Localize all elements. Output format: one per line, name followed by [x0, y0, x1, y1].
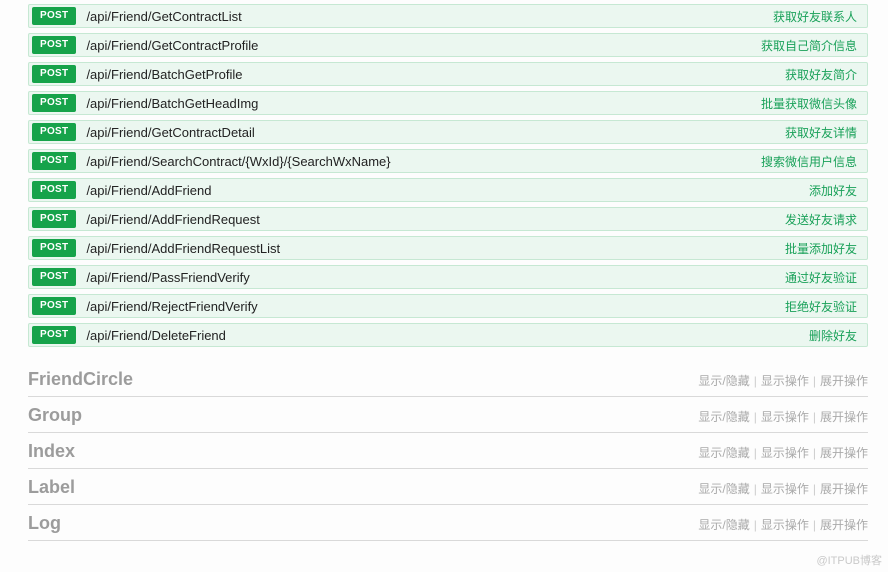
method-badge: POST [32, 268, 76, 286]
action-expand[interactable]: 展开操作 [820, 446, 868, 460]
endpoint-path: /api/Friend/GetContractDetail [76, 125, 785, 140]
action-expand[interactable]: 展开操作 [820, 482, 868, 496]
endpoint-row[interactable]: POST/api/Friend/AddFriendRequest发送好友请求 [28, 207, 868, 231]
endpoint-desc: 获取好友简介 [785, 66, 867, 83]
section-title[interactable]: Group [28, 405, 698, 426]
separator: | [813, 446, 816, 460]
endpoint-desc: 获取自己简介信息 [761, 37, 867, 54]
separator: | [754, 482, 757, 496]
method-badge: POST [32, 239, 76, 257]
endpoint-row[interactable]: POST/api/Friend/PassFriendVerify通过好友验证 [28, 265, 868, 289]
endpoint-desc: 拒绝好友验证 [785, 298, 867, 315]
endpoint-desc: 搜索微信用户信息 [761, 153, 867, 170]
endpoint-row[interactable]: POST/api/Friend/RejectFriendVerify拒绝好友验证 [28, 294, 868, 318]
action-toggle[interactable]: 显示/隐藏 [698, 482, 749, 496]
method-badge: POST [32, 123, 76, 141]
section-title[interactable]: Log [28, 513, 698, 534]
endpoint-path: /api/Friend/BatchGetHeadImg [76, 96, 761, 111]
endpoint-path: /api/Friend/PassFriendVerify [76, 270, 785, 285]
endpoint-path: /api/Friend/SearchContract/{WxId}/{Searc… [76, 154, 761, 169]
endpoint-row[interactable]: POST/api/Friend/DeleteFriend删除好友 [28, 323, 868, 347]
action-expand[interactable]: 展开操作 [820, 374, 868, 388]
endpoint-path: /api/Friend/AddFriendRequest [76, 212, 785, 227]
section-actions: 显示/隐藏 | 显示操作 | 展开操作 [698, 408, 868, 425]
method-badge: POST [32, 326, 76, 344]
endpoint-path: /api/Friend/GetContractList [76, 9, 773, 24]
endpoint-row[interactable]: POST/api/Friend/AddFriend添加好友 [28, 178, 868, 202]
method-badge: POST [32, 152, 76, 170]
endpoint-row[interactable]: POST/api/Friend/GetContractProfile获取自己简介… [28, 33, 868, 57]
action-expand[interactable]: 展开操作 [820, 410, 868, 424]
endpoint-path: /api/Friend/DeleteFriend [76, 328, 809, 343]
watermark: @ITPUB博客 [816, 552, 882, 568]
separator: | [813, 410, 816, 424]
endpoint-path: /api/Friend/GetContractProfile [76, 38, 761, 53]
endpoint-desc: 删除好友 [809, 327, 867, 344]
method-badge: POST [32, 210, 76, 228]
section-title[interactable]: Index [28, 441, 698, 462]
action-toggle[interactable]: 显示/隐藏 [698, 410, 749, 424]
endpoint-desc: 获取好友联系人 [773, 8, 867, 25]
endpoint-row[interactable]: POST/api/Friend/SearchContract/{WxId}/{S… [28, 149, 868, 173]
section-title[interactable]: Label [28, 477, 698, 498]
endpoint-path: /api/Friend/RejectFriendVerify [76, 299, 785, 314]
separator: | [813, 482, 816, 496]
action-toggle[interactable]: 显示/隐藏 [698, 374, 749, 388]
action-list-ops[interactable]: 显示操作 [761, 410, 809, 424]
endpoint-row[interactable]: POST/api/Friend/AddFriendRequestList批量添加… [28, 236, 868, 260]
section-actions: 显示/隐藏 | 显示操作 | 展开操作 [698, 516, 868, 533]
section-actions: 显示/隐藏 | 显示操作 | 展开操作 [698, 444, 868, 461]
endpoint-desc: 添加好友 [809, 182, 867, 199]
section-row: Label显示/隐藏 | 显示操作 | 展开操作 [28, 469, 868, 505]
section-actions: 显示/隐藏 | 显示操作 | 展开操作 [698, 480, 868, 497]
endpoint-desc: 批量获取微信头像 [761, 95, 867, 112]
endpoint-row[interactable]: POST/api/Friend/BatchGetProfile获取好友简介 [28, 62, 868, 86]
endpoint-row[interactable]: POST/api/Friend/GetContractList获取好友联系人 [28, 4, 868, 28]
endpoint-path: /api/Friend/AddFriend [76, 183, 809, 198]
action-list-ops[interactable]: 显示操作 [761, 446, 809, 460]
endpoint-desc: 通过好友验证 [785, 269, 867, 286]
section-actions: 显示/隐藏 | 显示操作 | 展开操作 [698, 372, 868, 389]
endpoint-desc: 获取好友详情 [785, 124, 867, 141]
section-row: Log显示/隐藏 | 显示操作 | 展开操作 [28, 505, 868, 541]
endpoint-row[interactable]: POST/api/Friend/BatchGetHeadImg批量获取微信头像 [28, 91, 868, 115]
method-badge: POST [32, 297, 76, 315]
section-row: Index显示/隐藏 | 显示操作 | 展开操作 [28, 433, 868, 469]
endpoint-path: /api/Friend/BatchGetProfile [76, 67, 785, 82]
section-row: Group显示/隐藏 | 显示操作 | 展开操作 [28, 397, 868, 433]
endpoint-desc: 批量添加好友 [785, 240, 867, 257]
separator: | [754, 374, 757, 388]
method-badge: POST [32, 181, 76, 199]
separator: | [754, 518, 757, 532]
endpoint-desc: 发送好友请求 [785, 211, 867, 228]
separator: | [754, 410, 757, 424]
section-row: FriendCircle显示/隐藏 | 显示操作 | 展开操作 [28, 361, 868, 397]
method-badge: POST [32, 94, 76, 112]
action-expand[interactable]: 展开操作 [820, 518, 868, 532]
separator: | [754, 446, 757, 460]
method-badge: POST [32, 36, 76, 54]
endpoint-row[interactable]: POST/api/Friend/GetContractDetail获取好友详情 [28, 120, 868, 144]
action-list-ops[interactable]: 显示操作 [761, 518, 809, 532]
action-list-ops[interactable]: 显示操作 [761, 374, 809, 388]
action-toggle[interactable]: 显示/隐藏 [698, 518, 749, 532]
section-title[interactable]: FriendCircle [28, 369, 698, 390]
action-toggle[interactable]: 显示/隐藏 [698, 446, 749, 460]
method-badge: POST [32, 7, 76, 25]
separator: | [813, 374, 816, 388]
method-badge: POST [32, 65, 76, 83]
action-list-ops[interactable]: 显示操作 [761, 482, 809, 496]
separator: | [813, 518, 816, 532]
endpoint-path: /api/Friend/AddFriendRequestList [76, 241, 785, 256]
